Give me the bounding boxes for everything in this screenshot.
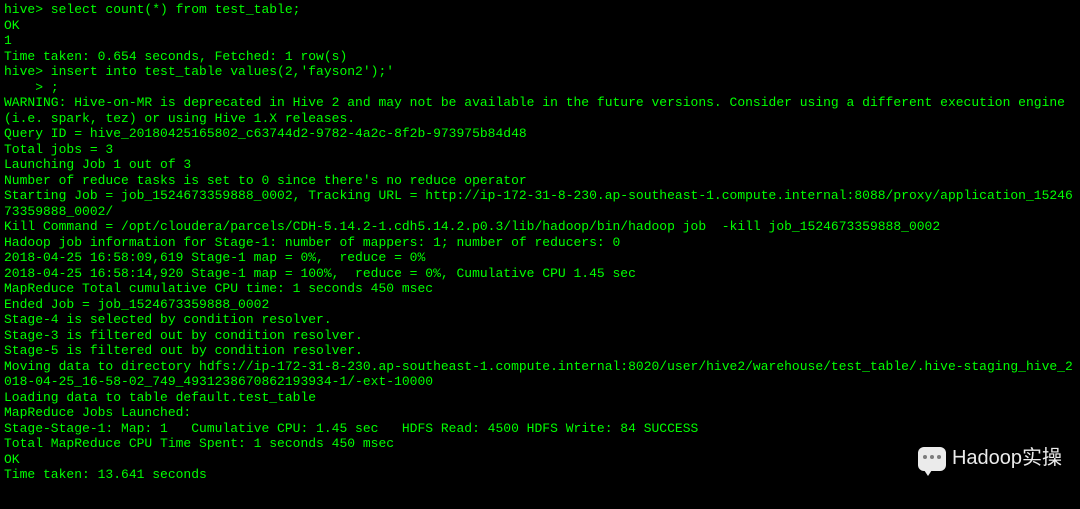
terminal-line: Number of reduce tasks is set to 0 since…: [4, 173, 1076, 189]
terminal-line: OK: [4, 18, 1076, 34]
terminal-line: Stage-4 is selected by condition resolve…: [4, 312, 1076, 328]
terminal-line: Kill Command = /opt/cloudera/parcels/CDH…: [4, 219, 1076, 235]
terminal-line: 2018-04-25 16:58:14,920 Stage-1 map = 10…: [4, 266, 1076, 282]
terminal-line: Total MapReduce CPU Time Spent: 1 second…: [4, 436, 1076, 452]
terminal-line: Launching Job 1 out of 3: [4, 157, 1076, 173]
terminal-line: 1: [4, 33, 1076, 49]
terminal-line: Time taken: 13.641 seconds: [4, 467, 1076, 483]
terminal-line: Time taken: 0.654 seconds, Fetched: 1 ro…: [4, 49, 1076, 65]
terminal-line: 2018-04-25 16:58:09,619 Stage-1 map = 0%…: [4, 250, 1076, 266]
terminal-line: OK: [4, 452, 1076, 468]
terminal-line: > ;: [4, 80, 1076, 96]
terminal-line: Stage-Stage-1: Map: 1 Cumulative CPU: 1.…: [4, 421, 1076, 437]
terminal-line: hive> insert into test_table values(2,'f…: [4, 64, 1076, 80]
terminal-line: Query ID = hive_20180425165802_c63744d2-…: [4, 126, 1076, 142]
terminal-line: Stage-3 is filtered out by condition res…: [4, 328, 1076, 344]
terminal-line: MapReduce Jobs Launched:: [4, 405, 1076, 421]
terminal-line: MapReduce Total cumulative CPU time: 1 s…: [4, 281, 1076, 297]
terminal-line: Hadoop job information for Stage-1: numb…: [4, 235, 1076, 251]
terminal-line: WARNING: Hive-on-MR is deprecated in Hiv…: [4, 95, 1076, 126]
terminal-line: Stage-5 is filtered out by condition res…: [4, 343, 1076, 359]
terminal-line: Moving data to directory hdfs://ip-172-3…: [4, 359, 1076, 390]
terminal-line: Total jobs = 3: [4, 142, 1076, 158]
terminal-line: Loading data to table default.test_table: [4, 390, 1076, 406]
terminal-line: Starting Job = job_1524673359888_0002, T…: [4, 188, 1076, 219]
terminal-line: hive> select count(*) from test_table;: [4, 2, 1076, 18]
terminal-line: Ended Job = job_1524673359888_0002: [4, 297, 1076, 313]
terminal-output[interactable]: hive> select count(*) from test_table;OK…: [0, 0, 1080, 485]
